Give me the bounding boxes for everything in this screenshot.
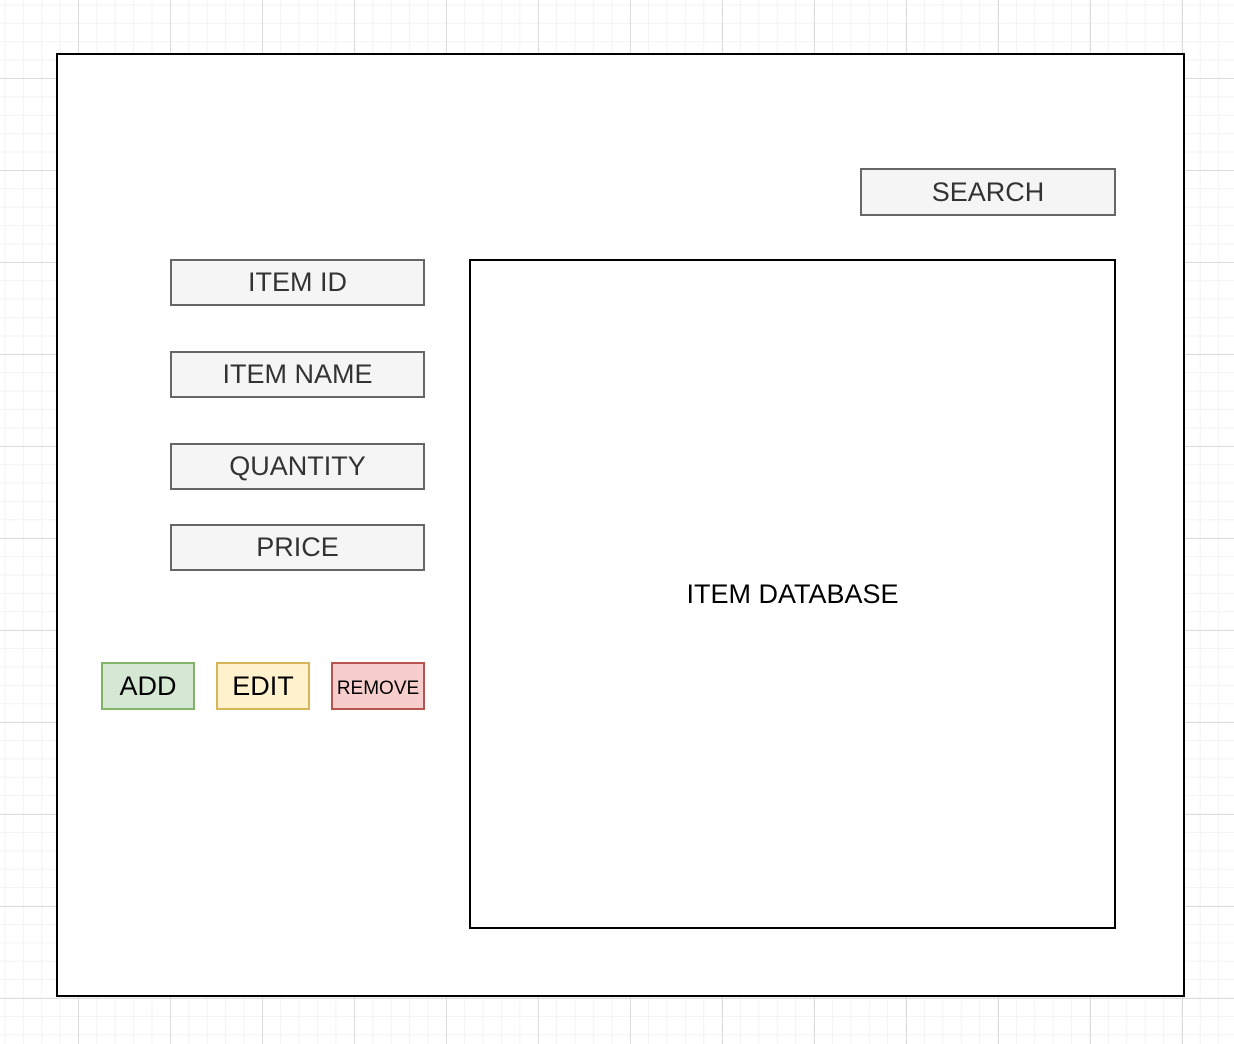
add-button[interactable]: ADD [101,662,195,710]
remove-button[interactable]: REMOVE [331,662,425,710]
item-name-field[interactable]: ITEM NAME [170,351,425,398]
edit-button[interactable]: EDIT [216,662,310,710]
quantity-field[interactable]: QUANTITY [170,443,425,490]
item-id-field[interactable]: ITEM ID [170,259,425,306]
price-field[interactable]: PRICE [170,524,425,571]
search-button[interactable]: SEARCH [860,168,1116,216]
item-database-panel[interactable]: ITEM DATABASE [469,259,1116,929]
item-database-label: ITEM DATABASE [686,578,899,609]
